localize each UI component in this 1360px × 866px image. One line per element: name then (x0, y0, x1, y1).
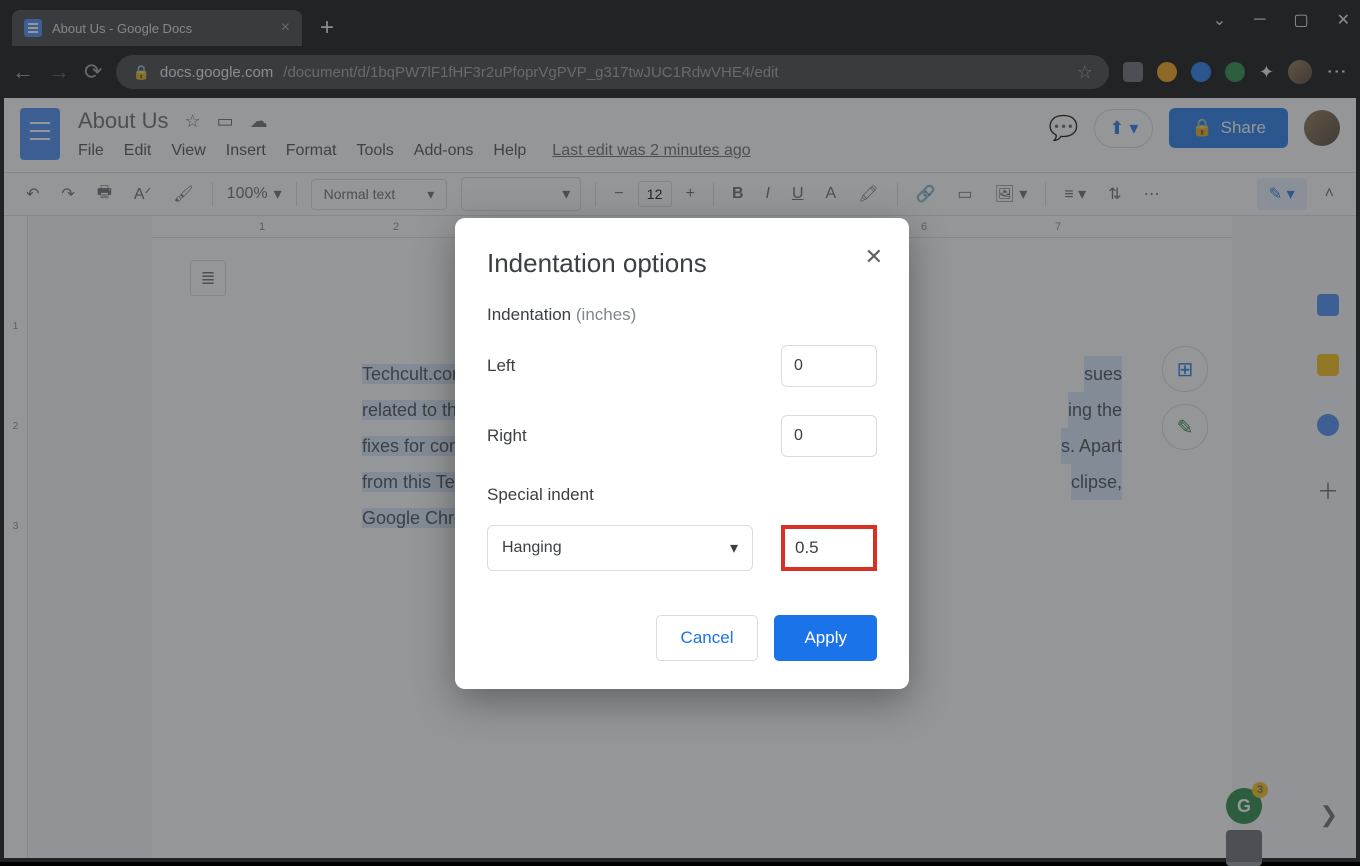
left-indent-input[interactable] (781, 345, 877, 387)
dialog-title: Indentation options (487, 248, 877, 279)
left-indent-label: Left (487, 356, 515, 376)
indentation-options-dialog: Indentation options ✕ Indentation (inche… (455, 218, 909, 689)
chevron-down-icon: ▾ (730, 538, 738, 558)
right-indent-label: Right (487, 426, 527, 446)
apply-button[interactable]: Apply (774, 615, 877, 661)
special-indent-select[interactable]: Hanging▾ (487, 525, 753, 571)
right-indent-input[interactable] (781, 415, 877, 457)
close-dialog-button[interactable]: ✕ (865, 244, 883, 270)
cancel-button[interactable]: Cancel (656, 615, 759, 661)
special-indent-value-input[interactable]: 0.5 (781, 525, 877, 571)
special-indent-label: Special indent (487, 485, 877, 505)
indentation-section-label: Indentation (inches) (487, 305, 877, 325)
